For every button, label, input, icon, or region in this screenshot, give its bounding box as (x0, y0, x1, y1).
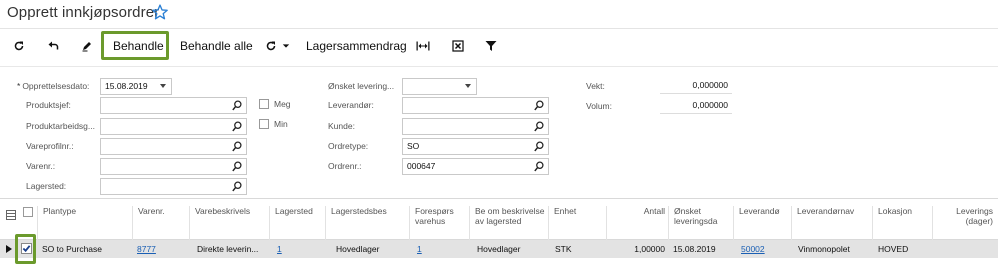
col-location[interactable]: Lokasjon (872, 206, 932, 240)
cell-warehouse-desc: Hovedlager (336, 244, 380, 254)
vendor-field[interactable] (402, 97, 549, 114)
process-all-button[interactable]: Behandle alle (180, 35, 253, 57)
orders-grid: Plantype Varenr. Varebeskrivels Lagerste… (0, 198, 998, 280)
cell-vendor-name: Vinmonopolet (798, 244, 850, 254)
col-request-warehouse-desc[interactable]: Be om beskrivelse av lagersted (469, 206, 548, 240)
search-icon[interactable] (232, 161, 242, 172)
requested-delivery-label: Ønsket levering... (328, 81, 395, 91)
col-quantity[interactable]: Antall (606, 206, 668, 240)
volume-value: 0,000000 (660, 98, 732, 114)
fit-columns-icon[interactable] (414, 35, 432, 57)
col-item-no[interactable]: Varenr. (132, 206, 189, 240)
required-star-icon: * (17, 81, 21, 91)
order-type-label: Ordretype: (328, 141, 369, 151)
run-menu-icon (266, 41, 276, 51)
chevron-down-icon (282, 44, 290, 48)
requested-delivery-select[interactable] (402, 78, 477, 95)
min-label: Min (274, 119, 288, 129)
order-no-label: Ordrenr.: (328, 161, 362, 171)
undo-icon[interactable] (44, 35, 62, 57)
me-label: Meg (274, 99, 291, 109)
weight-value: 0,000000 (660, 78, 732, 94)
chevron-down-icon (465, 84, 471, 88)
weight-label: Vekt: (586, 81, 605, 91)
search-icon[interactable] (232, 121, 242, 132)
warehouse-field[interactable] (100, 178, 247, 195)
warehouse-label: Lagersted: (26, 181, 67, 191)
search-icon[interactable] (534, 141, 544, 152)
cell-vendor-link[interactable]: 50002 (741, 244, 787, 254)
export-excel-icon[interactable] (449, 35, 467, 57)
title-bar: Opprett innkjøpsordrer (0, 0, 998, 28)
refresh-icon[interactable] (10, 35, 28, 57)
search-icon[interactable] (534, 100, 544, 111)
table-row[interactable]: SO to Purchase 8777 Direkte leverin... 1… (0, 234, 998, 264)
cell-uom: STK (555, 244, 572, 254)
search-icon[interactable] (232, 141, 242, 152)
search-icon[interactable] (534, 121, 544, 132)
cell-requested-date: 15.08.2019 (673, 244, 716, 254)
search-icon[interactable] (232, 100, 242, 111)
toolbar: Behandle Behandle alle Lagersammendrag (0, 28, 998, 62)
favorite-star-icon[interactable] (151, 3, 169, 21)
col-vendor[interactable]: Leverandø (733, 206, 791, 240)
filter-form: * Opprettelsesdato: 15.08.2019 Produktsje… (0, 66, 998, 198)
min-checkbox[interactable] (259, 119, 269, 129)
item-no-label: Varenr.: (26, 161, 56, 171)
created-date-select[interactable]: 15.08.2019 (100, 78, 172, 95)
col-uom[interactable]: Enhet (548, 206, 606, 240)
page-title: Opprett innkjøpsordrer (7, 4, 160, 21)
col-warehouse[interactable]: Lagersted (269, 206, 325, 240)
select-all-checkbox[interactable] (23, 207, 33, 217)
cell-item-desc: Direkte leverin... (197, 244, 259, 254)
process-button[interactable]: Behandle (113, 35, 164, 57)
cell-plan-type: SO to Purchase (42, 244, 103, 254)
item-profile-field[interactable] (100, 138, 247, 155)
col-vendor-name[interactable]: Leverandørnav (791, 206, 872, 240)
product-workgroup-label: Produktarbeidsg... (26, 121, 95, 131)
product-workgroup-field[interactable] (100, 118, 247, 135)
inventory-summary-button[interactable]: Lagersammendrag (306, 35, 407, 57)
col-plan-type[interactable]: Plantype (37, 206, 132, 240)
search-icon[interactable] (232, 181, 242, 192)
row-pointer-icon (6, 245, 12, 253)
cell-request-warehouse-link[interactable]: 1 (417, 244, 457, 254)
checkmark-icon (22, 245, 31, 253)
row-checkbox[interactable] (21, 243, 32, 254)
run-menu-button[interactable] (265, 35, 295, 57)
col-warehouse-desc[interactable]: Lagerstedsbes (325, 206, 409, 240)
col-request-warehouse[interactable]: Forespørs varehus (409, 206, 469, 240)
cell-quantity: 1,00000 (634, 244, 665, 254)
item-profile-label: Vareprofilnr.: (26, 141, 74, 151)
cell-location: HOVED (878, 244, 909, 254)
product-manager-label: Produktsjef: (26, 100, 71, 110)
customer-field[interactable] (402, 118, 549, 135)
cell-item-no-link[interactable]: 8777 (137, 244, 185, 254)
grid-header: Plantype Varenr. Varebeskrivels Lagerste… (0, 198, 998, 240)
col-requested-date[interactable]: Ønsket leveringsda (668, 206, 733, 240)
product-manager-field[interactable] (100, 97, 247, 114)
filter-icon[interactable] (482, 35, 500, 57)
edit-icon[interactable] (78, 35, 96, 57)
search-icon[interactable] (534, 161, 544, 172)
col-item-desc[interactable]: Varebeskrivels (189, 206, 269, 240)
cell-warehouse-link[interactable]: 1 (277, 244, 317, 254)
order-no-field[interactable]: 000647 (402, 158, 549, 175)
item-no-field[interactable] (100, 158, 247, 175)
col-lead-time[interactable]: Leverings (dager) (932, 206, 996, 240)
order-type-field[interactable]: SO (402, 138, 549, 155)
me-checkbox[interactable] (259, 99, 269, 109)
cell-request-warehouse-desc: Hovedlager (477, 244, 521, 254)
customer-label: Kunde: (328, 121, 355, 131)
created-date-label: * Opprettelsesdato: (17, 81, 90, 91)
chevron-down-icon (160, 84, 166, 88)
volume-label: Volum: (586, 101, 612, 111)
vendor-label: Leverandør: (328, 100, 374, 110)
columns-config-icon[interactable] (6, 207, 16, 220)
